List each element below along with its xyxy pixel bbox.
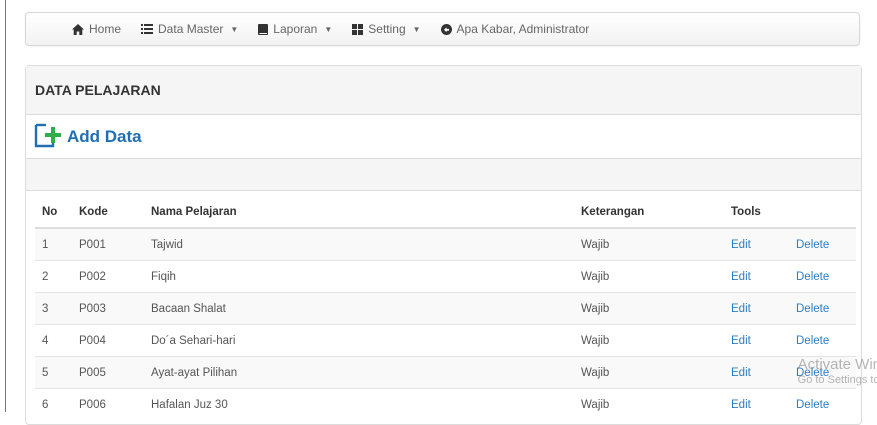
add-data-button[interactable]: Add Data bbox=[26, 115, 861, 158]
cell-kode: P004 bbox=[72, 324, 144, 357]
cell-no: 2 bbox=[35, 260, 72, 293]
header-kode: Kode bbox=[72, 196, 144, 229]
edit-link[interactable]: Edit bbox=[724, 227, 789, 261]
cell-nama: Bacaan Shalat bbox=[144, 292, 574, 325]
edit-link[interactable]: Edit bbox=[724, 260, 789, 293]
delete-link[interactable]: Delete bbox=[789, 260, 856, 293]
data-pelajaran-panel: DATA PELAJARAN Add Data No Kode Nama Pel… bbox=[25, 65, 862, 425]
header-tools: Tools bbox=[724, 196, 789, 229]
window-left-border bbox=[5, 0, 6, 412]
nav-setting-label: Setting bbox=[368, 22, 406, 36]
nav-data-master[interactable]: Data Master ▼ bbox=[141, 22, 238, 36]
cell-kode: P002 bbox=[72, 260, 144, 293]
cell-keterangan: Wajib bbox=[574, 227, 724, 261]
delete-link[interactable]: Delete bbox=[789, 292, 856, 325]
table-row: 2 P002 Fiqih Wajib Edit Delete bbox=[35, 260, 856, 293]
cell-keterangan: Wajib bbox=[574, 388, 724, 420]
cell-no: 1 bbox=[35, 227, 72, 261]
chevron-down-icon: ▼ bbox=[230, 24, 239, 34]
table-row: 6 P006 Hafalan Juz 30 Wajib Edit Delete bbox=[35, 388, 856, 420]
add-document-icon bbox=[34, 121, 64, 152]
table-row: 3 P003 Bacaan Shalat Wajib Edit Delete bbox=[35, 292, 856, 325]
page-title: DATA PELAJARAN bbox=[35, 82, 161, 98]
table-row: 4 P004 Do´a Sehari-hari Wajib Edit Delet… bbox=[35, 324, 856, 357]
cell-no: 4 bbox=[35, 324, 72, 357]
cell-kode: P006 bbox=[72, 388, 144, 420]
nav-data-master-label: Data Master bbox=[158, 22, 224, 36]
cell-no: 5 bbox=[35, 356, 72, 389]
cell-keterangan: Wajib bbox=[574, 324, 724, 357]
edit-link[interactable]: Edit bbox=[724, 292, 789, 325]
edit-link[interactable]: Edit bbox=[724, 388, 789, 420]
nav-setting[interactable]: Setting ▼ bbox=[352, 22, 421, 36]
cell-kode: P005 bbox=[72, 356, 144, 389]
edit-link[interactable]: Edit bbox=[724, 356, 789, 389]
info-circle-icon bbox=[440, 23, 452, 35]
header-no: No bbox=[35, 196, 72, 229]
panel-heading: DATA PELAJARAN bbox=[26, 66, 861, 115]
cell-keterangan: Wajib bbox=[574, 356, 724, 389]
table-row: 5 P005 Ayat-ayat Pilihan Wajib Edit Dele… bbox=[35, 356, 856, 389]
cell-nama: Hafalan Juz 30 bbox=[144, 388, 574, 420]
delete-link[interactable]: Delete bbox=[789, 227, 856, 261]
list-icon bbox=[141, 24, 154, 34]
delete-link[interactable]: Delete bbox=[789, 324, 856, 357]
cell-nama: Fiqih bbox=[144, 260, 574, 293]
toolbar-bar bbox=[26, 158, 861, 191]
cell-kode: P001 bbox=[72, 227, 144, 261]
cell-no: 3 bbox=[35, 292, 72, 325]
nav-home[interactable]: Home bbox=[72, 22, 121, 36]
book-icon bbox=[258, 23, 269, 35]
add-data-label: Add Data bbox=[67, 126, 142, 146]
header-keterangan: Keterangan bbox=[574, 196, 724, 229]
header-empty bbox=[789, 196, 856, 229]
grid-icon bbox=[352, 23, 364, 35]
table-header-row: No Kode Nama Pelajaran Keterangan Tools bbox=[35, 196, 856, 229]
pelajaran-table: No Kode Nama Pelajaran Keterangan Tools … bbox=[35, 196, 856, 420]
top-navbar: Home Data Master ▼ Laporan ▼ Setting ▼ A… bbox=[25, 12, 860, 46]
delete-link[interactable]: Delete bbox=[789, 388, 856, 420]
nav-greeting-label: Apa Kabar, Administrator bbox=[456, 22, 590, 36]
delete-link[interactable]: Delete bbox=[789, 356, 856, 389]
home-icon bbox=[72, 23, 84, 35]
cell-nama: Do´a Sehari-hari bbox=[144, 324, 574, 357]
cell-kode: P003 bbox=[72, 292, 144, 325]
edit-link[interactable]: Edit bbox=[724, 324, 789, 357]
cell-nama: Ayat-ayat Pilihan bbox=[144, 356, 574, 389]
nav-laporan-label: Laporan bbox=[273, 22, 318, 36]
chevron-down-icon: ▼ bbox=[324, 24, 333, 34]
cell-keterangan: Wajib bbox=[574, 260, 724, 293]
chevron-down-icon: ▼ bbox=[412, 24, 421, 34]
header-nama-pelajaran: Nama Pelajaran bbox=[144, 196, 574, 229]
cell-keterangan: Wajib bbox=[574, 292, 724, 325]
nav-home-label: Home bbox=[89, 22, 122, 36]
nav-greeting[interactable]: Apa Kabar, Administrator bbox=[440, 22, 590, 36]
cell-nama: Tajwid bbox=[144, 227, 574, 261]
nav-laporan[interactable]: Laporan ▼ bbox=[258, 22, 332, 36]
cell-no: 6 bbox=[35, 388, 72, 420]
table-row: 1 P001 Tajwid Wajib Edit Delete bbox=[35, 227, 856, 261]
